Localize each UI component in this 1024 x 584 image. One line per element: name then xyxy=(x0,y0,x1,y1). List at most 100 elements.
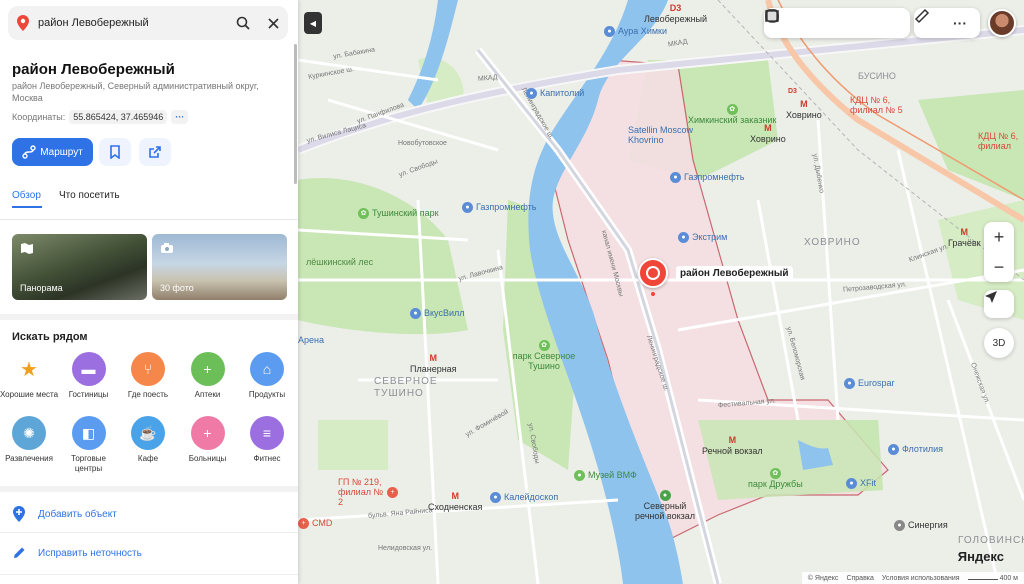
poi-eurospar[interactable]: ● Eurospar xyxy=(844,378,895,389)
place-pin[interactable] xyxy=(638,258,668,288)
nearby-category[interactable]: ▬ Гостиницы xyxy=(58,352,120,400)
cutlery-icon: ⑂ xyxy=(131,352,165,386)
camera-icon xyxy=(161,243,173,253)
station-levoberezhny[interactable]: D3 Левобережный xyxy=(644,3,707,25)
metro-skhodnenskaya[interactable]: M Сходненская xyxy=(428,491,482,513)
help-link[interactable]: Справка xyxy=(846,575,873,582)
shop-icon: ● xyxy=(888,444,899,455)
poi-gp219[interactable]: ГП № 219, филиал № 2 + xyxy=(338,477,398,508)
coordinates-more-button[interactable]: ··· xyxy=(171,110,189,124)
panorama-tile-label: Панорама xyxy=(20,283,63,293)
more-dots-icon: ··· xyxy=(953,15,967,31)
dumbbell-icon: ≡ xyxy=(250,416,284,450)
nearby-category[interactable]: ⌂ Продукты xyxy=(236,352,298,400)
route-button[interactable]: Маршрут xyxy=(12,138,93,166)
zoom-out-button[interactable]: − xyxy=(994,252,1005,282)
panorama-mode-button[interactable] xyxy=(766,10,906,36)
poi-kdc6[interactable]: КДЦ № 6, филиал № 5 xyxy=(850,95,920,116)
mode-3d-button[interactable]: 3D xyxy=(984,328,1014,358)
nearby-category-label: Кафе xyxy=(137,454,159,463)
bed-icon: ▬ xyxy=(71,352,106,386)
poi-gazpromneft-2[interactable]: ● Газпромнефть xyxy=(670,172,744,183)
route-icon xyxy=(22,145,36,159)
zoom-controls: + − xyxy=(984,222,1014,282)
zoom-in-button[interactable]: + xyxy=(994,222,1005,252)
map-book-button[interactable] xyxy=(765,9,822,36)
metro-planernaya[interactable]: M Планерная xyxy=(410,353,457,375)
pencil-icon xyxy=(14,547,25,558)
nearby-category[interactable]: ✺ Развлечения xyxy=(0,416,60,464)
add-object-link[interactable]: Добавить объект xyxy=(12,506,117,522)
triangle-left-icon: ◀ xyxy=(309,18,317,28)
active-tab-indicator xyxy=(12,206,42,208)
shop-icon: ● xyxy=(526,88,537,99)
poi-satellin[interactable]: Satellin Moscow Khovrino xyxy=(628,125,706,146)
poi-xfit[interactable]: ● XFit xyxy=(846,478,876,489)
poi-park-druzhby[interactable]: ✿ парк Дружбы xyxy=(748,468,803,490)
nearby-category[interactable]: + Аптеки xyxy=(177,352,239,400)
station-icon: M xyxy=(960,227,969,237)
award-icon: ★ xyxy=(12,352,46,386)
nearby-category[interactable]: ⑂ Где поесть xyxy=(117,352,179,400)
district-label-busino: БУСИНО xyxy=(858,71,896,81)
tab-overview[interactable]: Обзор xyxy=(12,190,41,201)
panel-scrollbar[interactable] xyxy=(294,44,297,184)
photos-tile[interactable]: 30 фото xyxy=(152,234,287,300)
poi-aura-khimki[interactable]: ● Аура Химки xyxy=(604,26,667,37)
park-icon: ● xyxy=(659,490,671,501)
poi-leshkinsky-les: лёшкинский лес xyxy=(306,257,374,267)
shop-icon: ● xyxy=(604,26,615,37)
poi-tushino-park[interactable]: ✿ Тушинский парк xyxy=(358,208,439,219)
tab-what-to-visit[interactable]: Что посетить xyxy=(59,190,120,201)
poi-vkusvill[interactable]: ● ВкусВилл xyxy=(410,308,464,319)
poi-kdc6b[interactable]: КДЦ № 6, филиал xyxy=(978,132,1024,152)
poi-park-severnoe-tushino[interactable]: ✿ парк Северное Тушино xyxy=(504,340,584,372)
shop-icon: ● xyxy=(410,308,421,319)
user-avatar[interactable] xyxy=(988,9,1016,37)
poi-severny-rechnoy-vokzal[interactable]: ● Северный речной вокзал xyxy=(630,490,700,522)
metro-icon: M xyxy=(451,491,459,501)
terms-link[interactable]: Условия использования xyxy=(882,575,960,582)
shop-icon: ● xyxy=(490,492,501,503)
fuel-icon: ● xyxy=(670,172,681,183)
district-label-golovinsky: ГОЛОВИНСКИЙ xyxy=(958,535,1024,546)
nearby-category[interactable]: + Больницы xyxy=(177,416,239,464)
locate-button[interactable] xyxy=(984,290,1014,318)
nearby-category[interactable]: ◧ Торговые центры xyxy=(58,416,120,473)
place-label[interactable]: район Левобережный xyxy=(676,266,793,281)
coordinates-value[interactable]: 55.865424, 37.465946 xyxy=(69,110,168,124)
map-canvas[interactable]: ХОВРИНО СЕВЕРНОЕ ТУШИНО ГОЛОВИНСКИЙ ул. … xyxy=(298,0,1024,584)
bookmark-button[interactable] xyxy=(99,138,131,166)
share-button[interactable] xyxy=(139,138,171,166)
collapse-panel-button[interactable]: ◀ xyxy=(304,12,322,34)
more-button[interactable]: ··· xyxy=(953,15,967,31)
divider xyxy=(0,314,298,320)
share-icon xyxy=(149,146,161,158)
nearby-category[interactable]: ≡ Фитнес xyxy=(236,416,298,464)
photos-button[interactable] xyxy=(765,10,850,36)
poi-kapitoliy[interactable]: ● Капитолий xyxy=(526,88,584,99)
poi-kaleidoskop[interactable]: ● Калейдоскоп xyxy=(490,492,558,503)
poi-arena[interactable]: Арена xyxy=(298,335,324,346)
transport-button[interactable] xyxy=(766,9,878,36)
metro-rechnoy-vokzal[interactable]: M Речной вокзал xyxy=(702,435,763,457)
location-arrow-icon xyxy=(985,291,997,303)
poi-smd[interactable]: + СМD xyxy=(298,518,332,529)
poi-flotiliya[interactable]: ● Флотилия xyxy=(888,444,943,455)
metro-khovrino[interactable]: M Ховрино xyxy=(750,123,786,145)
poi-sinergiya[interactable]: ● Синергия xyxy=(894,520,948,531)
panorama-tile[interactable]: Панорама xyxy=(12,234,147,300)
poi-gazpromneft-1[interactable]: ● Газпромнефть xyxy=(462,202,536,213)
fix-error-link[interactable]: Исправить неточность xyxy=(12,546,142,560)
nearby-category[interactable]: ★ Хорошие места xyxy=(0,352,60,400)
clear-search-button[interactable] xyxy=(258,8,288,38)
nearby-category[interactable]: ☕ Кафе xyxy=(117,416,179,464)
station-grachevka[interactable]: M Грачёвк xyxy=(948,227,981,249)
search-input[interactable] xyxy=(38,17,228,29)
poi-muzey-vmf[interactable]: ● Музей ВМФ xyxy=(574,470,637,481)
poi-extrim[interactable]: ● Экстрим xyxy=(678,232,727,243)
station-khovrino[interactable]: M Ховрино xyxy=(786,99,822,121)
map-app: ХОВРИНО СЕВЕРНОЕ ТУШИНО ГОЛОВИНСКИЙ ул. … xyxy=(0,0,1024,584)
search-button[interactable] xyxy=(228,8,258,38)
nearby-title: Искать рядом xyxy=(12,331,88,343)
